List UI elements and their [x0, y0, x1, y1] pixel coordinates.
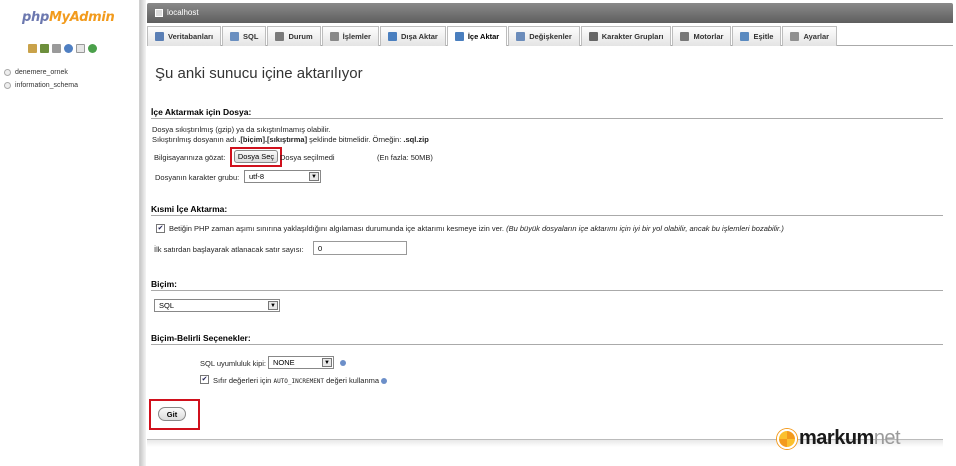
- server-breadcrumb[interactable]: localhost: [155, 8, 199, 17]
- tab-gear[interactable]: İşlemler: [321, 26, 379, 46]
- filename-note: Sıkıştırılmış dosyanın adı .[biçim].[sık…: [152, 135, 429, 144]
- page-title: Şu anki sunucu içine aktarılıyor: [155, 65, 363, 82]
- wrench-icon: [790, 32, 800, 41]
- import-icon: [454, 32, 464, 41]
- charset-icon: [588, 32, 598, 41]
- tab-charset[interactable]: Karakter Grupları: [580, 26, 672, 46]
- help-icon[interactable]: [381, 378, 387, 384]
- sql-window-icon[interactable]: [40, 44, 49, 53]
- info-icon[interactable]: [76, 44, 85, 53]
- reload-icon[interactable]: [88, 44, 97, 53]
- sync-icon: [740, 32, 750, 41]
- charset-select[interactable]: utf-8 ▼: [244, 170, 321, 183]
- markum-logo-icon: [777, 428, 797, 449]
- sql-icon: [230, 32, 240, 41]
- compat-mode-select[interactable]: NONE ▼: [268, 356, 334, 369]
- markum-watermark: markumnet: [777, 427, 901, 450]
- server-tabs: Veritabanları SQL Durum İşlemler Dışa Aktar İ…: [147, 26, 953, 46]
- format-section-title: Biçim:: [151, 279, 943, 291]
- tab-wrench[interactable]: Ayarlar: [782, 26, 838, 46]
- frame-divider[interactable]: [140, 0, 146, 466]
- chevron-down-icon: ▼: [309, 172, 319, 181]
- compat-mode-label: SQL uyumluluk kipi:: [200, 359, 266, 368]
- no-auto-increment-checkbox[interactable]: ✔: [200, 375, 209, 384]
- tab-status[interactable]: Durum: [267, 26, 321, 46]
- export-icon: [387, 32, 397, 41]
- query-icon[interactable]: [52, 44, 61, 53]
- options-section-title: Biçim-Belirli Seçenekler:: [151, 333, 943, 345]
- highlight-box: [149, 399, 200, 430]
- database-icon: [4, 82, 11, 89]
- server-breadcrumb-bar: localhost: [147, 3, 953, 23]
- format-select[interactable]: SQL ▼: [154, 299, 280, 312]
- chevron-down-icon: ▼: [322, 358, 332, 367]
- phpmyadmin-window: phpMyAdmin denemere_ornek information_sc…: [0, 0, 956, 466]
- navigation-frame: phpMyAdmin denemere_ornek information_sc…: [0, 0, 140, 466]
- partial-section-title: Kısmi İçe Aktarma:: [151, 204, 943, 216]
- database-list: denemere_ornek information_schema: [4, 66, 78, 92]
- tab-sql[interactable]: SQL: [222, 26, 267, 46]
- file-section-title: İçe Aktarmak için Dosya:: [151, 107, 943, 119]
- status-icon: [275, 32, 285, 41]
- database-icon: [155, 32, 164, 41]
- database-item[interactable]: denemere_ornek: [4, 66, 78, 79]
- allow-interrupt-label: Betiğin PHP zaman aşımı sınırına yaklaşı…: [169, 224, 784, 233]
- phpmyadmin-logo[interactable]: phpMyAdmin: [22, 10, 115, 25]
- server-icon: [155, 8, 163, 17]
- browse-label: Bilgisayarınıza gözat:: [154, 153, 226, 162]
- tab-engine[interactable]: Motorlar: [672, 26, 732, 46]
- docs-icon[interactable]: [64, 44, 73, 53]
- home-icon[interactable]: [28, 44, 37, 53]
- tab-export[interactable]: Dışa Aktar: [379, 26, 446, 46]
- database-item[interactable]: information_schema: [4, 79, 78, 92]
- no-auto-increment-label: Sıfır değerleri için AUTO_INCREMENT değe…: [213, 376, 380, 385]
- tab-database[interactable]: Veritabanları: [147, 26, 222, 46]
- variables-icon: [516, 32, 526, 41]
- engine-icon: [680, 32, 690, 41]
- gear-icon: [329, 32, 339, 41]
- compression-note: Dosya sıkıştırılmış (gzip) ya da sıkıştı…: [152, 125, 331, 134]
- allow-interrupt-checkbox[interactable]: ✔: [156, 224, 165, 233]
- tab-sync[interactable]: Eşitle: [732, 26, 782, 46]
- chevron-down-icon: ▼: [268, 301, 278, 310]
- database-icon: [4, 69, 11, 76]
- highlight-box: [230, 147, 282, 167]
- tab-import[interactable]: İçe Aktar: [446, 26, 508, 46]
- charset-label: Dosyanın karakter grubu:: [155, 173, 240, 182]
- no-file-text: Dosya seçilmedi: [280, 153, 335, 162]
- tab-variables[interactable]: Değişkenler: [508, 26, 580, 46]
- skip-rows-input[interactable]: 0: [313, 241, 407, 255]
- help-icon[interactable]: [340, 360, 346, 366]
- import-page: Şu anki sunucu içine aktarılıyor İçe Akt…: [147, 47, 953, 466]
- skip-rows-label: İlk satırdan başlayarak atlanacak satır …: [154, 245, 304, 254]
- nav-icon-bar: [28, 44, 97, 53]
- max-size-text: (En fazla: 50MB): [377, 153, 433, 162]
